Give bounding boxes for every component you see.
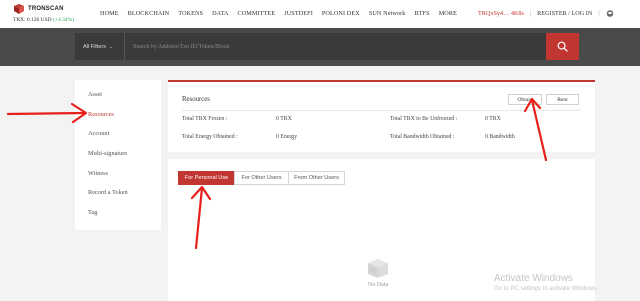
- tab-from-other-users[interactable]: From Other Users: [288, 171, 345, 185]
- stat-value-trx-unfreezed: 0 TRX: [485, 116, 501, 122]
- watermark-subtitle: Go to PC settings to activate Windows.: [494, 286, 598, 292]
- nav-poloni-dex[interactable]: POLONI DEX: [322, 10, 360, 17]
- annotation-arrow: [523, 97, 548, 162]
- no-data-text: No Data: [368, 282, 389, 288]
- sidebar-item-witness[interactable]: Witness: [75, 163, 161, 183]
- tab-for-other-users[interactable]: For Other Users: [234, 171, 289, 185]
- sidebar-item-label: Multi-signature: [88, 150, 128, 158]
- stat-value-bandwidth: 0 Bandwidth: [485, 134, 515, 140]
- stat-label-trx-frozen: Total TRX Frozen :: [182, 116, 228, 122]
- sidebar-item-label: Asset: [88, 91, 102, 99]
- trx-price-value: TRX: 0.126 USD: [13, 17, 52, 23]
- wallet-address[interactable]: TRQxSy4… 4K8s: [478, 10, 524, 17]
- watermark-title: Activate Windows: [494, 273, 573, 284]
- sidebar-item-label: Account: [88, 130, 110, 138]
- sidebar-item-account[interactable]: Account: [75, 124, 161, 144]
- sidebar-item-tag[interactable]: Tag: [75, 203, 161, 223]
- search-icon: [557, 41, 568, 52]
- nav-more[interactable]: MORE: [439, 10, 457, 17]
- empty-box-icon: [368, 259, 388, 278]
- nav-justdefi[interactable]: JUSTDEFI: [284, 10, 313, 17]
- nav-home[interactable]: HOME: [100, 10, 119, 17]
- nav-separator: |: [529, 10, 532, 17]
- search-input[interactable]: [124, 33, 546, 60]
- sidebar-item-label: Witness: [88, 169, 109, 177]
- account-area: TRQxSy4… 4K8s | REGISTER / LOG IN |: [478, 10, 614, 17]
- nav-tokens[interactable]: TOKENS: [178, 10, 203, 17]
- nav-data[interactable]: DATA: [212, 10, 228, 17]
- activate-windows-watermark: Activate Windows Go to PC settings to ac…: [494, 273, 598, 292]
- trx-price-change: (+4.34%): [53, 17, 75, 23]
- nav-committee[interactable]: COMMITTEE: [238, 10, 276, 17]
- nav-blockchain[interactable]: BLOCKCHAIN: [128, 10, 170, 17]
- top-navbar: TRONSCAN TRX: 0.126 USD (+4.34%) HOME BL…: [0, 0, 640, 28]
- nav-sun-network[interactable]: SUN Network: [369, 10, 406, 17]
- stat-value-trx-frozen: 0 TRX: [276, 116, 292, 122]
- stat-label-trx-unfreezed: Total TRX to Be Unfreezed :: [390, 116, 458, 122]
- trx-price: TRX: 0.126 USD (+4.34%): [13, 17, 74, 23]
- resources-title: Resources: [182, 96, 210, 103]
- annotation-arrow: [190, 185, 212, 250]
- sidebar-item-record-token[interactable]: Record a Token: [75, 183, 161, 203]
- nav-btfs[interactable]: BTFS: [415, 10, 430, 17]
- graduation-cap-icon[interactable]: [606, 10, 614, 17]
- nav-separator: |: [598, 10, 600, 17]
- sidebar-item-label: Record a Token: [88, 189, 128, 197]
- brand-logo[interactable]: TRONSCAN: [13, 4, 64, 14]
- stat-label-bandwidth: Total Bandwidth Obtained :: [390, 134, 455, 140]
- sidebar-item-multi-signature[interactable]: Multi-signature: [75, 144, 161, 164]
- filter-dropdown[interactable]: All Filters ⌄: [75, 33, 123, 60]
- chevron-down-icon: ⌄: [109, 43, 114, 50]
- search-button[interactable]: [546, 33, 579, 60]
- register-login-link[interactable]: REGISTER / LOG IN: [537, 10, 592, 17]
- annotation-arrow: [6, 102, 88, 124]
- sidebar-item-label: Tag: [88, 208, 98, 216]
- filter-label: All Filters: [83, 43, 106, 50]
- stat-label-energy: Total Energy Obtained :: [182, 134, 238, 140]
- brand-name: TRONSCAN: [28, 6, 64, 12]
- stat-value-energy: 0 Energy: [276, 134, 297, 140]
- main-nav: HOME BLOCKCHAIN TOKENS DATA COMMITTEE JU…: [100, 10, 466, 17]
- tronscan-logo-icon: [14, 4, 24, 14]
